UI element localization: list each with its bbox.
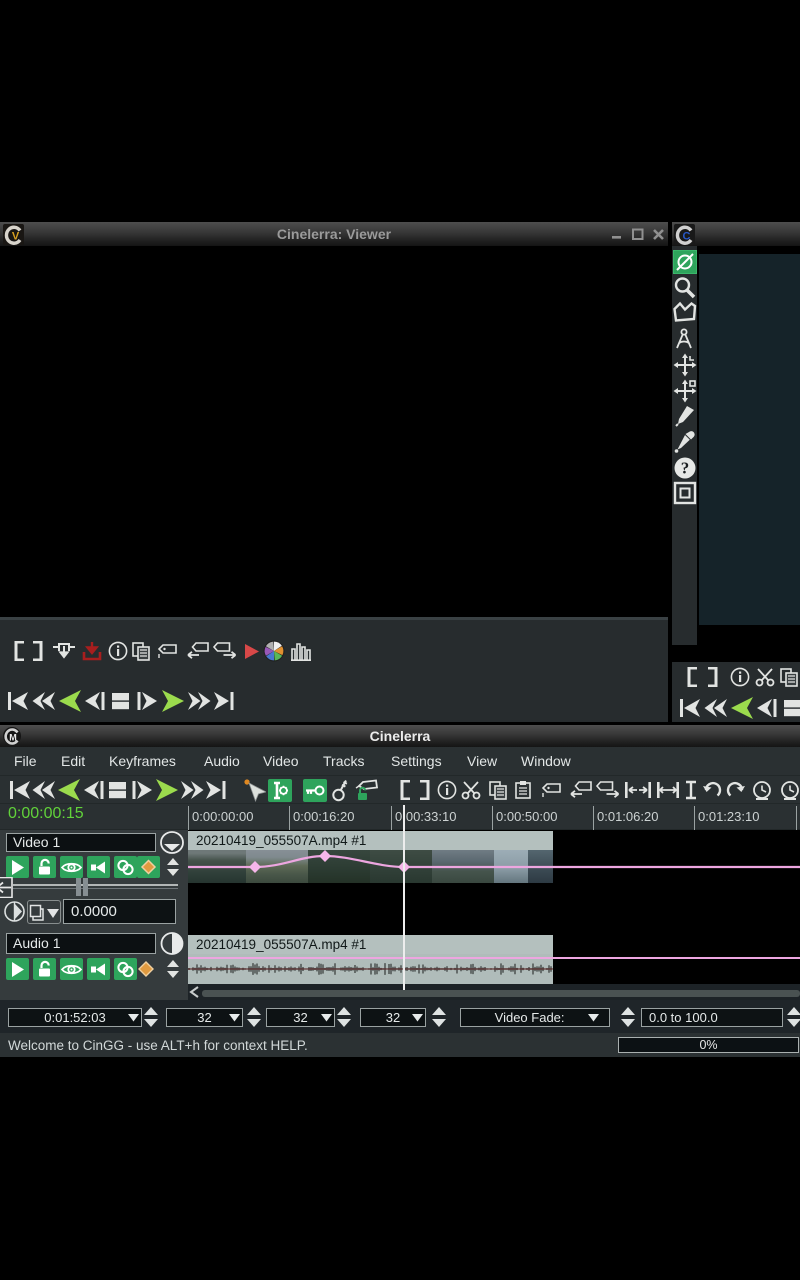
svg-text:C: C <box>683 231 691 243</box>
svg-text:?: ? <box>681 458 690 477</box>
